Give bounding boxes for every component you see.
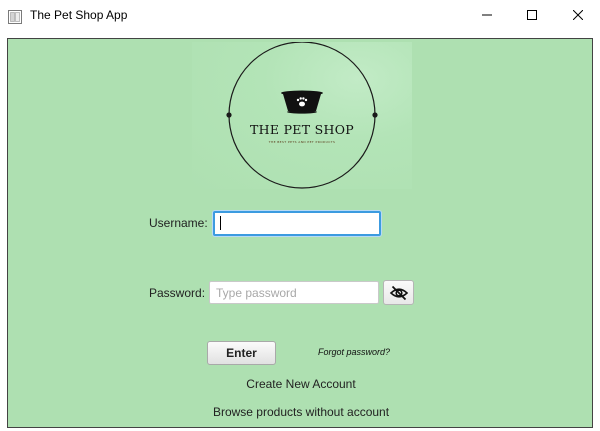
app-icon — [8, 9, 22, 24]
username-input[interactable] — [213, 211, 381, 236]
password-input[interactable] — [209, 281, 379, 304]
title-bar[interactable]: The Pet Shop App — [0, 0, 600, 32]
maximize-button[interactable] — [509, 0, 555, 30]
maximize-icon — [527, 10, 537, 20]
text-caret — [220, 216, 221, 230]
create-account-link[interactable]: Create New Account — [8, 377, 594, 391]
toggle-password-visibility-button[interactable] — [383, 280, 414, 305]
logo-graphic — [226, 42, 378, 189]
minimize-icon — [482, 14, 492, 16]
minimize-button[interactable] — [464, 0, 510, 30]
enter-button[interactable]: Enter — [207, 341, 276, 365]
logo-title: THE PET SHOP — [250, 122, 354, 137]
eye-slash-icon — [389, 285, 408, 300]
close-button[interactable] — [555, 0, 600, 30]
window-title: The Pet Shop App — [30, 8, 128, 22]
logo-tagline: THE BEST PETS AND PET PRODUCTS — [268, 140, 336, 144]
app-window: The Pet Shop App THE PET SHOP THE BEST P… — [0, 0, 600, 431]
password-label: Password: — [149, 286, 206, 300]
close-icon — [573, 10, 583, 20]
forgot-password-link[interactable]: Forgot password? — [318, 347, 390, 357]
username-label: Username: — [149, 216, 208, 230]
pet-shop-logo: THE PET SHOP THE BEST PETS AND PET PRODU… — [192, 42, 412, 189]
login-panel: THE PET SHOP THE BEST PETS AND PET PRODU… — [7, 38, 593, 428]
browse-without-account-link[interactable]: Browse products without account — [8, 405, 594, 419]
